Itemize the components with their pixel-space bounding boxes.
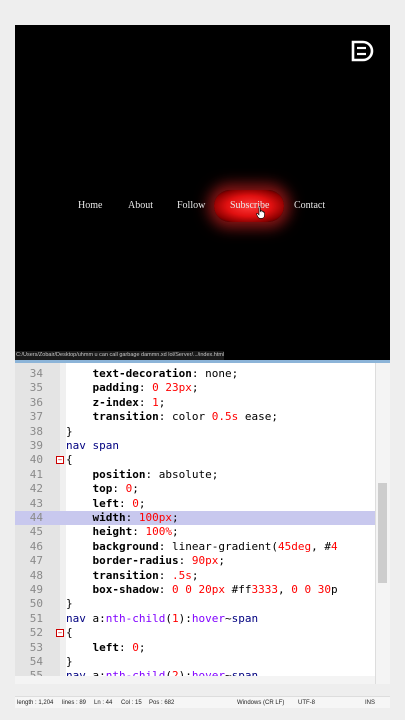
code-text[interactable]: width: 100px; <box>66 511 179 525</box>
status-length: length : 1,204 <box>17 700 54 706</box>
nav-link-home[interactable]: Home <box>78 192 102 220</box>
line-number: 44 <box>29 511 43 524</box>
code-text[interactable]: padding: 0 23px; <box>66 381 199 395</box>
code-line[interactable]: 36 z-index: 1; <box>15 396 375 410</box>
vertical-scrollbar[interactable] <box>375 363 390 684</box>
line-number: 54 <box>29 655 43 668</box>
code-line[interactable]: 48 transition: .5s; <box>15 569 375 583</box>
line-number: 42 <box>29 482 43 496</box>
code-text[interactable]: } <box>66 655 73 669</box>
code-line[interactable]: 45 height: 100%; <box>15 525 375 539</box>
editor-status-bar: length : 1,204 lines : 89 Ln : 44 Col : … <box>15 696 390 708</box>
status-pos: Pos : 682 <box>149 700 175 706</box>
code-line[interactable]: 43 left: 0; <box>15 497 375 511</box>
line-number: 38 <box>29 424 43 438</box>
code-text[interactable]: { <box>66 453 73 467</box>
line-number: 40 <box>29 453 43 467</box>
line-number: 52 <box>29 626 43 640</box>
line-number: 49 <box>29 583 43 596</box>
code-text[interactable]: text-decoration: none; <box>66 367 239 381</box>
code-line[interactable]: 54} <box>15 655 375 669</box>
code-line[interactable]: 41 position: absolute; <box>15 468 375 482</box>
status-mode: INS <box>365 700 376 706</box>
scrollbar-thumb[interactable] <box>378 483 387 583</box>
code-line[interactable]: 35 padding: 0 23px; <box>15 381 375 395</box>
line-number: 36 <box>29 395 43 409</box>
code-line[interactable]: 39 nav span <box>15 439 375 453</box>
logo-icon <box>351 40 374 62</box>
line-number: 45 <box>29 525 43 539</box>
code-line[interactable]: 42 top: 0; <box>15 482 375 496</box>
browser-preview: Home About Follow Subscribe Contact C:/U… <box>15 25 390 360</box>
code-line[interactable]: 44 width: 100px; <box>15 511 375 526</box>
line-number: 47 <box>29 554 43 568</box>
code-text[interactable]: left: 0; <box>66 497 146 511</box>
code-line[interactable]: 37 transition: color 0.5s ease; <box>15 410 375 424</box>
code-text[interactable]: nav a:nth-child(1):hover~span <box>66 612 258 626</box>
status-eol: Windows (CR LF) <box>237 700 285 706</box>
code-text[interactable]: border-radius: 90px; <box>66 554 225 568</box>
code-text[interactable]: position: absolute; <box>66 468 219 482</box>
code-text[interactable]: { <box>66 626 73 640</box>
code-text[interactable]: left: 0; <box>66 641 146 655</box>
line-number: 43 <box>29 496 43 510</box>
code-text[interactable]: nav span <box>66 439 119 453</box>
nav-link-about[interactable]: About <box>128 192 153 220</box>
line-number: 50 <box>29 597 43 611</box>
code-text[interactable]: z-index: 1; <box>66 396 166 410</box>
code-line[interactable]: 40 {− <box>15 453 375 467</box>
nav-link-follow[interactable]: Follow <box>177 192 205 220</box>
code-text[interactable]: transition: .5s; <box>66 569 199 583</box>
screen: Home About Follow Subscribe Contact C:/U… <box>0 0 405 720</box>
nav-link-contact[interactable]: Contact <box>294 192 325 220</box>
code-text[interactable]: height: 100%; <box>66 525 179 539</box>
code-line[interactable]: 52 {− <box>15 626 375 640</box>
horizontal-scrollbar[interactable] <box>15 676 375 684</box>
browser-status-path: C:/Users/Zobair/Desktop/uhmm u can call … <box>15 351 225 360</box>
code-editor[interactable]: 34 text-decoration: none; 35 padding: 0 2… <box>15 360 390 684</box>
line-number: 53 <box>29 640 43 654</box>
code-line[interactable]: 47 border-radius: 90px; <box>15 554 375 568</box>
code-line[interactable]: 34 text-decoration: none; <box>15 367 375 381</box>
code-text[interactable]: box-shadow: 0 0 20px #ff3333, 0 0 30p <box>66 583 338 597</box>
code-line[interactable]: 51 nav a:nth-child(1):hover~span <box>15 612 375 626</box>
line-number: 48 <box>29 568 43 582</box>
status-lines: lines : 89 <box>62 700 87 706</box>
code-text[interactable]: } <box>66 425 73 439</box>
line-number: 51 <box>29 611 43 625</box>
code-text[interactable]: background: linear-gradient(45deg, #4 <box>66 540 338 554</box>
line-number: 41 <box>29 467 43 481</box>
code-text[interactable]: transition: color 0.5s ease; <box>66 410 278 424</box>
line-number: 46 <box>29 539 43 553</box>
status-encoding: UTF-8 <box>298 700 315 706</box>
line-number: 39 <box>29 439 43 452</box>
status-col: Col : 15 <box>121 700 142 706</box>
code-line[interactable]: 46 background: linear-gradient(45deg, #4 <box>15 540 375 554</box>
line-number: 35 <box>29 381 43 395</box>
line-number: 34 <box>29 367 43 380</box>
hand-cursor-icon <box>256 206 265 219</box>
code-line[interactable]: 49 box-shadow: 0 0 20px #ff3333, 0 0 30p <box>15 583 375 597</box>
code-text[interactable]: } <box>66 597 73 611</box>
code-line[interactable]: 53 left: 0; <box>15 641 375 655</box>
line-number: 37 <box>29 410 43 424</box>
code-line[interactable]: 38} <box>15 425 375 439</box>
nav-menu: Home About Follow Subscribe Contact <box>15 190 390 222</box>
fold-toggle-icon[interactable]: − <box>56 456 64 465</box>
code-text[interactable]: top: 0; <box>66 482 139 496</box>
code-line[interactable]: 50} <box>15 597 375 611</box>
fold-toggle-icon[interactable]: − <box>56 629 64 638</box>
status-ln: Ln : 44 <box>94 700 113 706</box>
